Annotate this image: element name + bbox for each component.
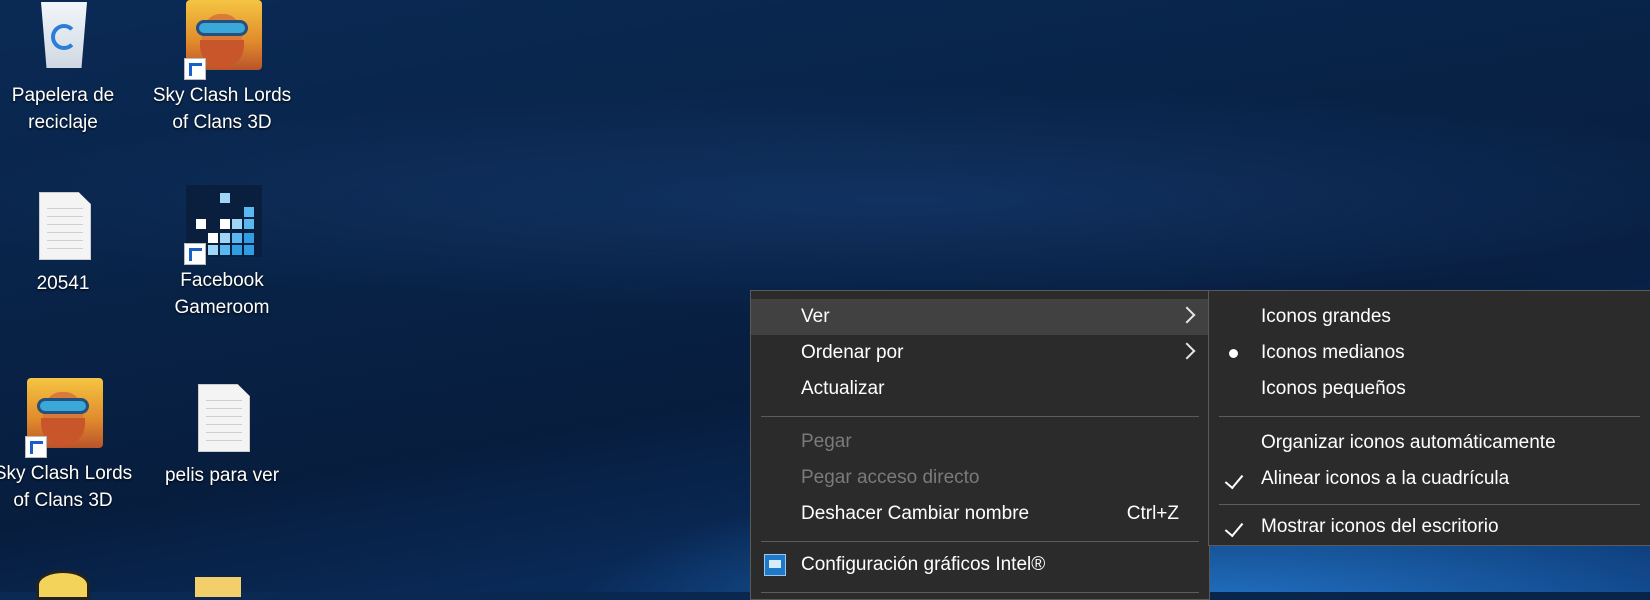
chevron-right-icon: [1178, 306, 1196, 324]
desktop-icon-label: reciclaje: [28, 112, 98, 133]
game-icon: [182, 0, 262, 80]
menu-item-paste-shortcut[interactable]: Pegar acceso directo: [751, 460, 1209, 496]
recycle-bin-icon: [23, 0, 103, 80]
menu-item-intel-graphics[interactable]: Configuración gráficos Intel®: [751, 547, 1209, 583]
gameroom-icon: [182, 185, 262, 265]
desktop-icon-label: 20541: [36, 273, 90, 294]
menu-item-refresh[interactable]: Actualizar: [751, 371, 1209, 407]
desktop-icon-label: Gameroom: [174, 297, 270, 318]
view-submenu: Iconos grandes Iconos medianos Iconos pe…: [1208, 290, 1650, 546]
menu-separator: [761, 416, 1199, 417]
submenu-item-small-icons[interactable]: Iconos pequeños: [1209, 371, 1650, 407]
submenu-item-show-desktop-icons[interactable]: Mostrar iconos del escritorio: [1209, 509, 1650, 545]
menu-separator: [1219, 416, 1640, 417]
submenu-item-large-icons[interactable]: Iconos grandes: [1209, 299, 1650, 335]
menu-separator: [761, 541, 1199, 542]
avatar-icon[interactable]: [36, 570, 90, 600]
desktop-icon-label: pelis para ver: [164, 465, 280, 486]
shortcut-arrow-icon: [25, 436, 47, 458]
menu-item-undo-rename[interactable]: Deshacer Cambiar nombre Ctrl+Z: [751, 496, 1209, 532]
desktop-icon-recycle-bin[interactable]: Papelera de reciclaje: [0, 0, 138, 136]
menu-item-sort-by[interactable]: Ordenar por: [751, 335, 1209, 371]
desktop-icon-pelis-para-ver[interactable]: pelis para ver: [147, 380, 297, 489]
desktop-context-menu: Ver Ordenar por Actualizar Pegar Pegar a…: [750, 290, 1210, 600]
desktop-icon-sky-clash[interactable]: Sky Clash Lords of Clans 3D: [0, 378, 138, 514]
folder-icon[interactable]: [195, 577, 241, 597]
checkmark-icon: [1224, 469, 1244, 490]
game-icon: [23, 378, 103, 458]
desktop-icon-20541[interactable]: 20541: [0, 188, 138, 297]
text-file-icon: [23, 188, 103, 268]
menu-separator: [1219, 504, 1640, 505]
shortcut-arrow-icon: [184, 58, 206, 80]
radio-bullet-icon: [1229, 349, 1238, 358]
desktop-icon-label: Facebook: [180, 270, 264, 291]
desktop-icon-label: Papelera de: [11, 85, 115, 106]
desktop-icon-label: Sky Clash Lords: [152, 85, 292, 106]
desktop-icon-sky-clash[interactable]: Sky Clash Lords of Clans 3D: [147, 0, 297, 136]
shortcut-arrow-icon: [184, 243, 206, 265]
intel-graphics-icon: [764, 554, 786, 576]
submenu-item-medium-icons[interactable]: Iconos medianos: [1209, 335, 1650, 371]
text-file-icon: [182, 380, 262, 460]
submenu-item-align-to-grid[interactable]: Alinear iconos a la cuadrícula: [1209, 461, 1650, 497]
chevron-right-icon: [1178, 342, 1196, 360]
desktop-icon-facebook-gameroom[interactable]: Facebook Gameroom: [147, 185, 297, 321]
checkmark-icon: [1224, 517, 1244, 538]
submenu-item-auto-arrange[interactable]: Organizar iconos automáticamente: [1209, 425, 1650, 461]
menu-item-paste[interactable]: Pegar: [751, 424, 1209, 460]
desktop-icon-label: Sky Clash Lords: [0, 463, 133, 484]
menu-item-view[interactable]: Ver: [751, 299, 1209, 335]
desktop-icon-label: of Clans 3D: [172, 112, 272, 133]
menu-separator: [761, 592, 1199, 593]
desktop-icon-label: of Clans 3D: [13, 490, 113, 511]
shortcut-text: Ctrl+Z: [1126, 503, 1179, 524]
